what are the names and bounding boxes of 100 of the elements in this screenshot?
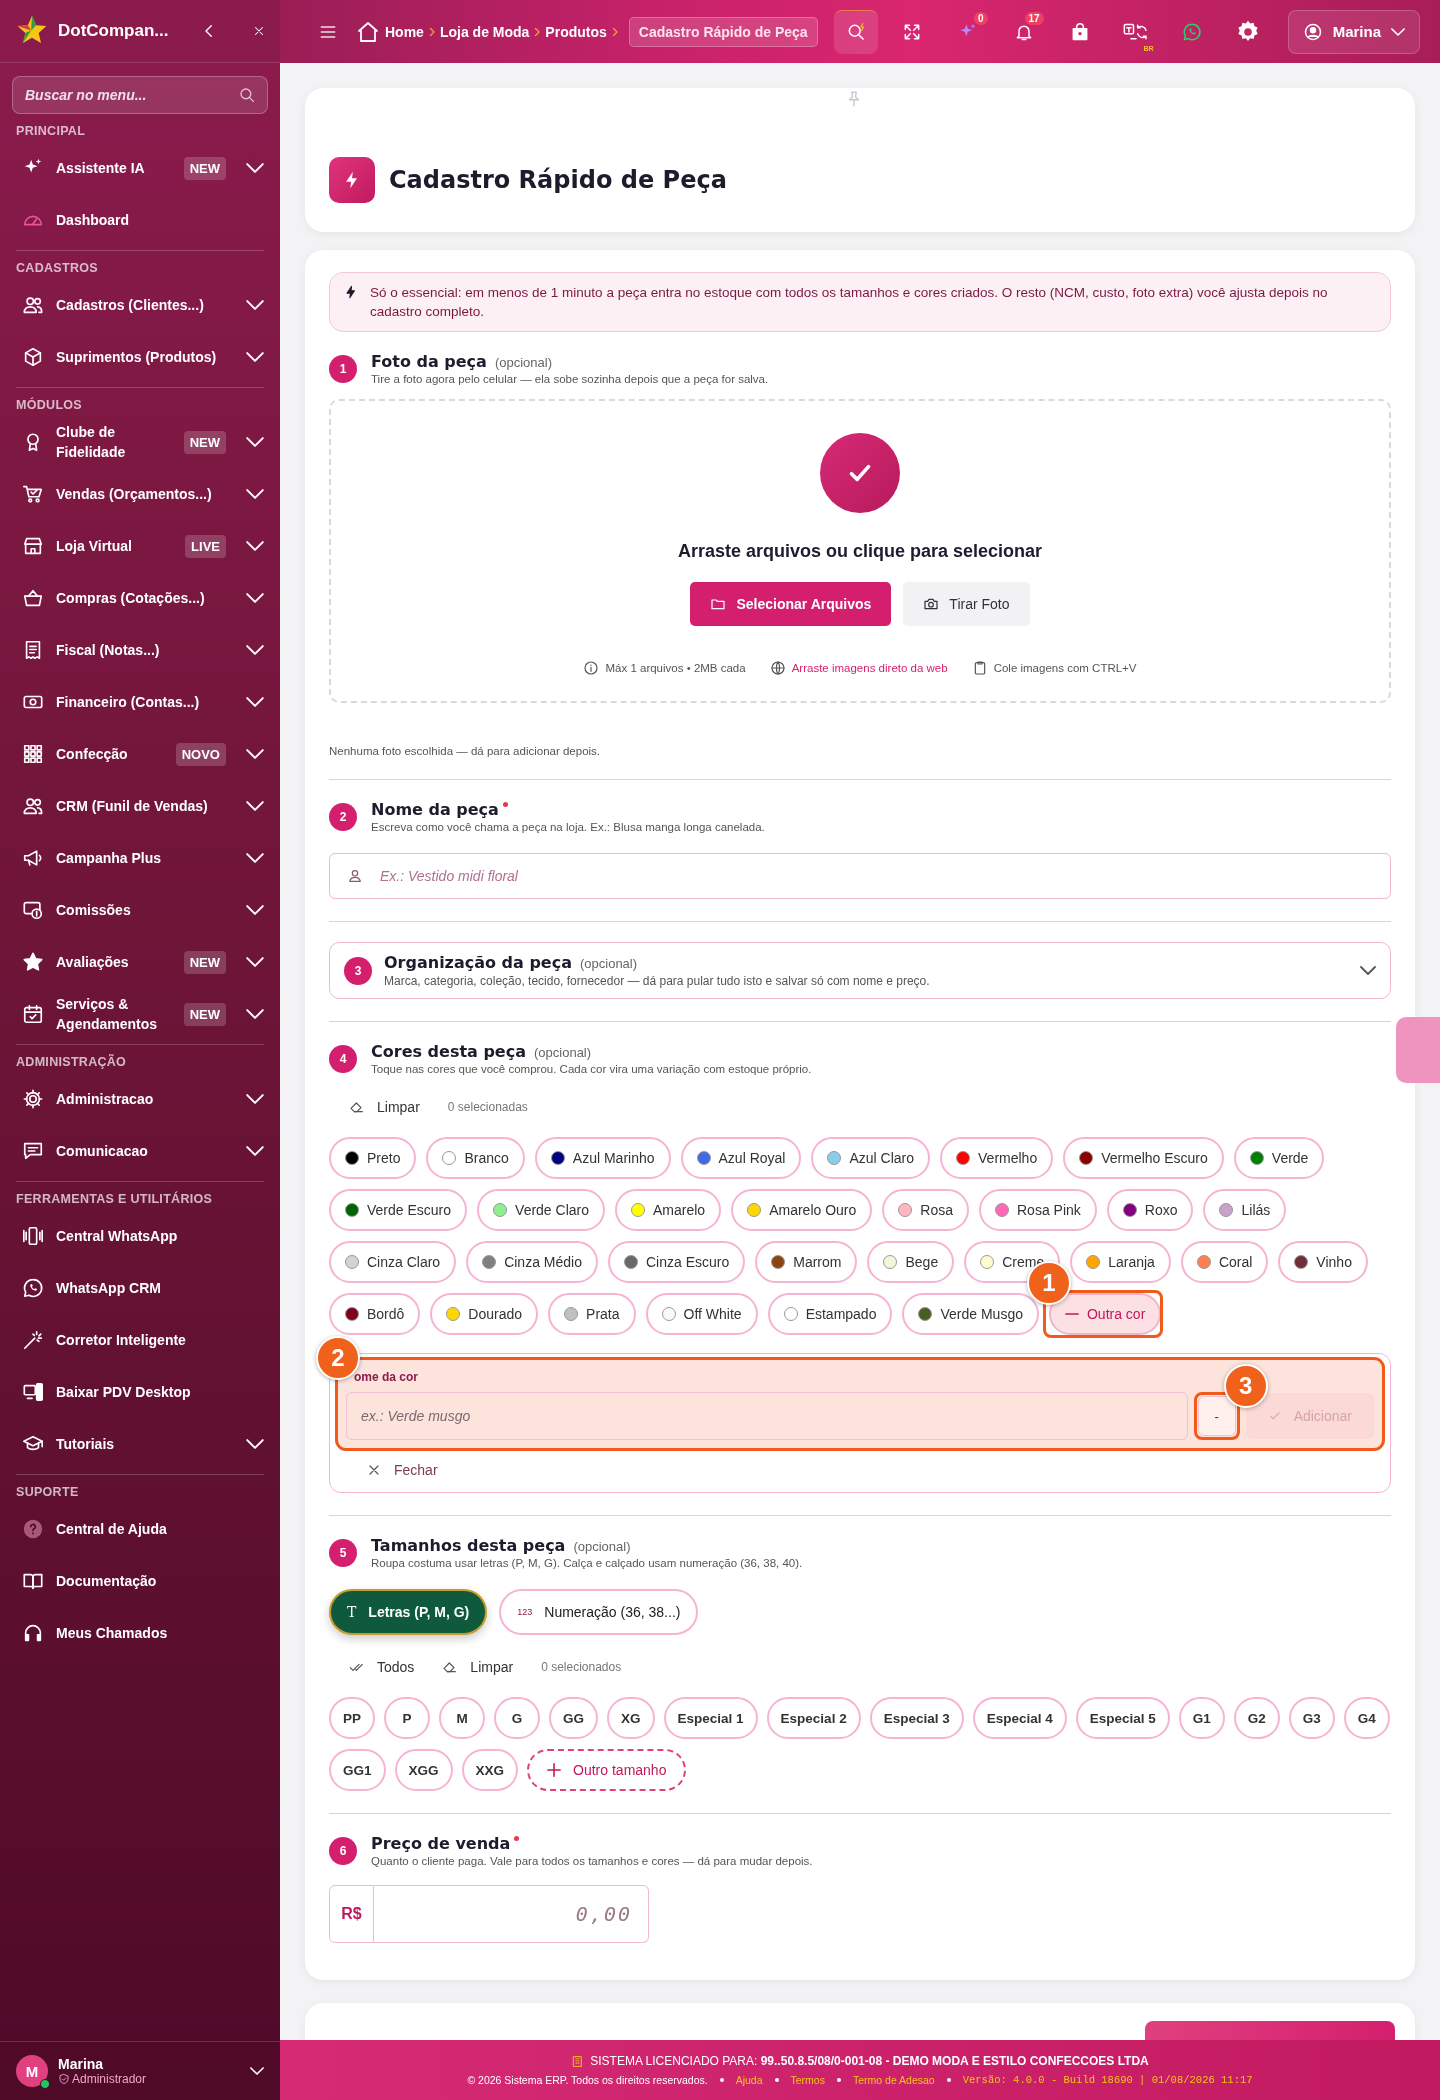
color-chip[interactable]: Bordô [329,1293,421,1335]
size-chip[interactable]: XG [607,1697,655,1739]
color-chip[interactable]: Coral [1180,1241,1269,1283]
color-chip[interactable]: Vermelho Escuro [1063,1137,1224,1179]
clear-button[interactable]: Limpar [442,1659,514,1675]
sidebar-item[interactable]: Campanha Plus [16,832,264,884]
dash-button[interactable]: - [1197,1396,1236,1436]
select-all-button[interactable]: Todos [349,1659,415,1675]
sidebar-item[interactable]: Central WhatsApp [16,1210,264,1262]
sidebar-item[interactable]: Assistente IA NEW [16,142,264,194]
size-chip[interactable]: Especial 5 [1075,1697,1170,1739]
size-system-tab[interactable]: T Letras (P, M, G) [329,1589,488,1635]
color-chip[interactable]: Azul Royal [680,1137,802,1179]
sidebar-item[interactable]: Corretor Inteligente [16,1314,264,1366]
sidebar-item[interactable]: Serviços & Agendamentos NEW [16,988,264,1040]
user-menu[interactable]: M Marina Administrador [0,2041,280,2100]
color-chip[interactable]: Laranja [1070,1241,1171,1283]
color-chip[interactable]: Rosa [882,1189,969,1231]
color-chip[interactable]: Estampado [767,1293,893,1335]
close-icon[interactable] [252,24,266,38]
color-chip[interactable]: Bege [867,1241,955,1283]
sidebar-item[interactable]: Baixar PDV Desktop [16,1366,264,1418]
collapsible-section[interactable]: 3 Organização da peça (opcional) Marca, categoria, coleção, tecido, fornecedor — dá para pular tudo isto e salvar só com nome e preço. [329,942,1391,999]
color-chip[interactable]: Branco [426,1137,525,1179]
breadcrumb-link[interactable]: Produtos [545,23,607,40]
color-chip[interactable]: Dourado [430,1293,539,1335]
sidebar-item[interactable]: CRM (Funil de Vendas) [16,780,264,832]
sidebar-item[interactable]: Comunicacao [16,1125,264,1177]
color-chip[interactable]: Lilás [1203,1189,1287,1231]
sidebar-item[interactable]: Meus Chamados [16,1607,264,1659]
sidebar-item[interactable]: Suprimentos (Produtos) [16,331,264,383]
select-files-button[interactable]: Selecionar Arquivos [690,582,892,626]
color-chip[interactable]: Verde Claro [477,1189,605,1231]
color-chip[interactable]: Off White [645,1293,758,1335]
sidebar-item[interactable]: Documentação [16,1555,264,1607]
sidebar-item[interactable]: Avaliações NEW [16,936,264,988]
size-chip[interactable]: P [384,1697,430,1739]
sidebar-item[interactable]: Administracao [16,1073,264,1125]
piece-name-field[interactable]: Ex.: Vestido midi floral [329,853,1391,899]
color-chip[interactable]: Cinza Claro [329,1241,457,1283]
color-chip[interactable]: Rosa Pink [979,1189,1097,1231]
color-chip[interactable]: Verde [1233,1137,1325,1179]
sidebar-item[interactable]: WhatsApp CRM [16,1262,264,1314]
sidebar-item[interactable]: Confecção NOVO [16,728,264,780]
color-chip[interactable]: Roxo [1106,1189,1194,1231]
sidebar-item[interactable]: Comissões [16,884,264,936]
color-chip[interactable]: Vinho [1278,1241,1368,1283]
size-system-tab[interactable]: 123 Numeração (36, 38...) [499,1589,699,1635]
color-name-field[interactable]: ex.: Verde musgo [346,1392,1188,1440]
breadcrumb-link[interactable]: Loja de Moda [439,23,530,40]
size-chip[interactable]: G [494,1697,540,1739]
color-chip[interactable]: Cinza Médio [466,1241,598,1283]
size-chip[interactable]: XGG [394,1749,453,1791]
color-chip[interactable]: Azul Claro [811,1137,931,1179]
size-chip[interactable]: GG [549,1697,599,1739]
sidebar-item[interactable]: Tutoriais [16,1418,264,1470]
color-chip[interactable]: Marrom [755,1241,858,1283]
toolbar-button[interactable] [833,9,878,54]
breadcrumb-link[interactable]: Cadastro Rápido de Peça [628,16,818,47]
other-size-button[interactable]: Outro tamanho [527,1749,687,1791]
sidebar-item[interactable]: Vendas (Orçamentos...) [16,468,264,520]
size-chip[interactable]: G1 [1178,1697,1225,1739]
size-chip[interactable]: XXG [461,1749,519,1791]
color-chip[interactable]: Amarelo [615,1189,722,1231]
toolbar-button[interactable]: 0 [945,9,990,54]
color-chip[interactable]: Azul Marinho [534,1137,671,1179]
sidebar-item[interactable]: Loja Virtual LIVE [16,520,264,572]
breadcrumb-link[interactable]: Home [385,23,424,40]
toolbar-button[interactable]: 17 [1001,9,1046,54]
size-chip[interactable]: M [439,1697,485,1739]
color-chip[interactable]: Vermelho [940,1137,1054,1179]
price-field[interactable]: 0,00 [374,1885,649,1943]
color-chip[interactable]: Verde Escuro [329,1189,468,1231]
size-chip[interactable]: Especial 1 [663,1697,758,1739]
color-chip[interactable]: Amarelo Ouro [731,1189,873,1231]
color-chip[interactable]: Preto [329,1137,417,1179]
sidebar-item[interactable]: Dashboard [16,194,264,246]
size-chip[interactable]: PP [329,1697,375,1739]
size-chip[interactable]: GG1 [329,1749,386,1791]
upload-dropzone[interactable]: Arraste arquivos ou clique para selecionar Selecionar Arquivos Tirar Foto Máx 1 arquivos • 2MB cada Arraste imagens direto da web Cole imagens com CTRL+V [329,399,1391,703]
size-chip[interactable]: Especial 4 [972,1697,1067,1739]
sidebar-item[interactable]: Fiscal (Notas...) [16,624,264,676]
sidebar-item[interactable]: Clube de Fidelidade NEW [16,416,264,468]
close-button[interactable]: Fechar [366,1462,438,1478]
sidebar-item[interactable]: Compras (Cotações...) [16,572,264,624]
color-chip[interactable]: Verde Musgo [902,1293,1039,1335]
other-color-button[interactable]: Outra cor [1048,1293,1162,1335]
size-chip[interactable]: Especial 3 [869,1697,964,1739]
take-photo-button[interactable]: Tirar Foto [903,582,1030,626]
user-menu-button[interactable]: Marina [1287,9,1420,54]
size-chip[interactable]: G2 [1233,1697,1280,1739]
sidebar-item[interactable]: Central de Ajuda [16,1503,264,1555]
clear-button[interactable]: Limpar [349,1099,420,1115]
size-chip[interactable]: Especial 2 [766,1697,861,1739]
size-chip[interactable]: G3 [1288,1697,1335,1739]
sidebar-item[interactable]: Financeiro (Contas...) [16,676,264,728]
size-chip[interactable]: G4 [1343,1697,1390,1739]
color-chip[interactable]: Cinza Escuro [607,1241,746,1283]
color-chip[interactable]: Prata [548,1293,636,1335]
sidebar-item[interactable]: Cadastros (Clientes...) [16,279,264,331]
